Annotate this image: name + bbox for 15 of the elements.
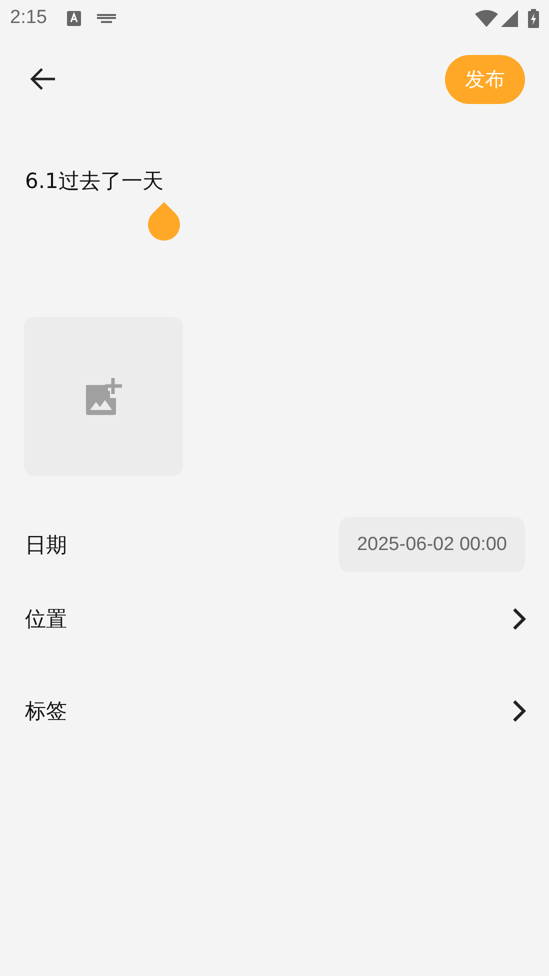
title-input[interactable]: 6.1过去了一天 [25,166,164,196]
add-photo-button[interactable] [24,317,183,476]
battery-charging-icon [528,8,539,28]
keyboard-a-icon [66,10,81,26]
row-label: 标签 [25,698,67,725]
wifi-icon [475,10,498,26]
row-label: 日期 [25,532,67,558]
clock: 2:15 [10,7,47,29]
signal-icon [501,10,518,26]
list-item[interactable]: 位置 [25,573,524,665]
list-item[interactable]: 标签 [25,665,524,757]
add-image-icon [84,376,124,416]
row-label: 位置 [25,606,67,633]
keyboard-icon [96,14,116,22]
date-picker-button[interactable]: 2025-06-02 00:00 [338,517,525,572]
